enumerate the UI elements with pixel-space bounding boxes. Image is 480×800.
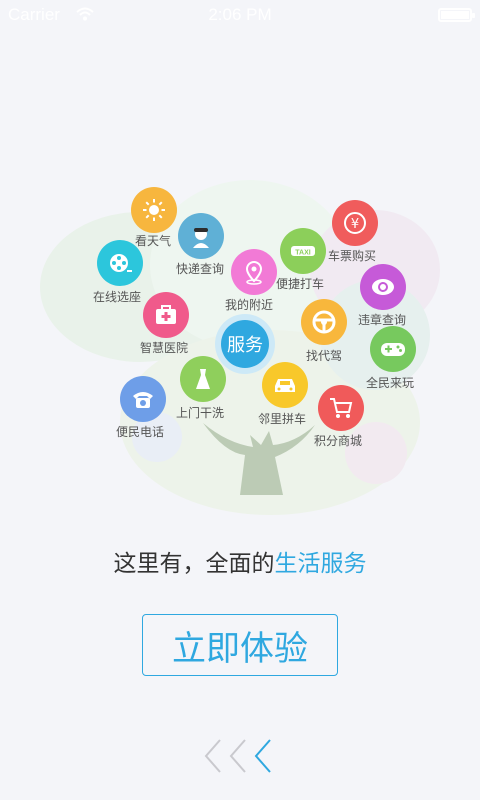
- service-driver-button[interactable]: [301, 299, 347, 345]
- service-hospital-button[interactable]: [143, 292, 189, 338]
- tagline-highlight: 生活服务: [274, 551, 367, 577]
- service-laundry-button[interactable]: [180, 356, 226, 402]
- service-ticket-label: 车票购买: [328, 249, 377, 263]
- services-center-label: 服务: [221, 320, 269, 368]
- service-carpool-button[interactable]: [262, 362, 308, 408]
- yen-icon: ¥: [342, 210, 368, 236]
- steering-wheel-icon: [311, 309, 337, 335]
- svg-text:¥: ¥: [351, 217, 359, 232]
- service-games-label: 全民来玩: [366, 376, 415, 390]
- location-pin-icon: [241, 259, 267, 285]
- medical-kit-icon: [153, 302, 179, 328]
- try-now-button[interactable]: 立即体验: [142, 614, 338, 676]
- sun-icon: [141, 197, 167, 223]
- service-cinema-label: 在线选座: [93, 290, 142, 304]
- service-hospital-label: 智慧医院: [140, 341, 189, 355]
- taxi-icon: TAXI: [290, 238, 316, 264]
- car-icon: [272, 372, 298, 398]
- service-tree: 看天气 快递查询在线选座我的附近 TAXI 便捷打车 ¥ 车票购买违章查询智慧医院找代驾全…: [0, 0, 480, 540]
- service-express-label: 快递查询: [176, 262, 225, 276]
- tagline-prefix: 这里有，全面的: [113, 551, 275, 577]
- service-violation-label: 违章查询: [358, 313, 407, 327]
- service-express-button[interactable]: [178, 213, 224, 259]
- service-cinema-button[interactable]: [97, 240, 143, 286]
- service-phone-button[interactable]: [120, 376, 166, 422]
- service-mall-button[interactable]: [318, 385, 364, 431]
- gamepad-icon: [380, 336, 406, 362]
- service-ticket-button[interactable]: ¥: [332, 200, 378, 246]
- telephone-icon: [130, 386, 156, 412]
- film-reel-icon: [107, 250, 133, 276]
- courier-icon: [188, 223, 214, 249]
- service-phone-label: 便民电话: [116, 425, 165, 439]
- tree-trunk: [203, 423, 315, 495]
- service-taxi-button[interactable]: TAXI: [280, 228, 326, 274]
- service-violation-button[interactable]: [360, 264, 406, 310]
- swipe-chevrons-icon[interactable]: [200, 736, 280, 776]
- service-mall-label: 积分商城: [314, 434, 363, 448]
- tagline: 这里有，全面的生活服务: [0, 544, 480, 578]
- service-weather-label: 看天气: [135, 234, 172, 248]
- service-taxi-label: 便捷打车: [276, 277, 325, 291]
- service-weather-button[interactable]: [131, 187, 177, 233]
- service-nearby-label: 我的附近: [225, 298, 274, 312]
- traffic-violation-icon: [370, 274, 396, 300]
- service-games-button[interactable]: [370, 326, 416, 372]
- svg-text:TAXI: TAXI: [295, 250, 310, 257]
- service-laundry-label: 上门干洗: [176, 406, 225, 420]
- service-nearby-button[interactable]: [231, 249, 277, 295]
- services-center-button[interactable]: 服务: [215, 314, 275, 374]
- service-driver-label: 找代驾: [306, 349, 343, 363]
- shopping-cart-icon: [328, 395, 354, 421]
- service-carpool-label: 邻里拼车: [258, 412, 307, 426]
- dress-icon: [190, 366, 216, 392]
